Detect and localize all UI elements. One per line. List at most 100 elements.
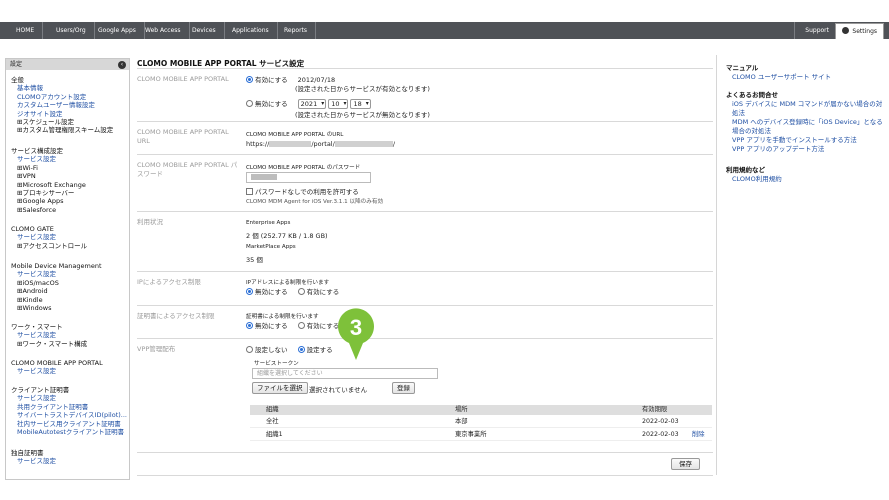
delete-link[interactable]: 削除 <box>692 428 705 441</box>
org-input[interactable]: 組織を選択してください <box>252 368 438 379</box>
register-button[interactable]: 登録 <box>392 382 415 394</box>
nav-reports[interactable]: Reports <box>276 22 317 39</box>
sidebar-section-work-smart: ワーク・スマート サービス設定 ⊞ワーク・スマート構成 <box>11 323 87 348</box>
disable-option[interactable]: 無効にする 20211018 <box>246 98 373 109</box>
settings-label: Settings <box>852 28 877 35</box>
row-label: 利用状況 <box>137 218 163 226</box>
vpp-row: VPP管理配布 設定しない 設定する サービストークン 組織を選択してください … <box>137 338 713 452</box>
sidebar-item[interactable]: 社内サービス用クライアント証明書 <box>11 420 127 428</box>
year-select[interactable]: 2021 <box>297 99 327 109</box>
masked-text <box>334 141 393 147</box>
help-link[interactable]: iOS デバイスに MDM コマンドが届かない場合の対処法 <box>726 100 886 118</box>
sidebar-item[interactable]: サービス設定 <box>11 457 56 465</box>
sidebar-item[interactable]: サービス設定 <box>11 233 87 241</box>
row-label: CLOMO MOBILE APP PORTAL URL <box>137 128 229 145</box>
sidebar-item[interactable]: サービス設定 <box>11 367 103 375</box>
save-button[interactable]: 保存 <box>671 458 700 470</box>
ip-on-radio[interactable] <box>297 288 305 295</box>
row-label: 証明書によるアクセス制限 <box>137 312 215 320</box>
vpp-no-label: 設定しない <box>255 346 288 354</box>
nav-support[interactable]: Support <box>794 22 839 39</box>
sidebar-section-clomo-gate: CLOMO GATE サービス設定 ⊞アクセスコントロール <box>11 225 87 250</box>
sidebar-item[interactable]: ⊞iOS/macOS <box>11 279 102 287</box>
help-link[interactable]: VPP アプリのアップデート方法 <box>726 145 886 154</box>
url-caption: CLOMO MOBILE APP PORTAL のURL <box>246 132 344 138</box>
help-section-terms: 利用規約など CLOMO利用規約 <box>726 165 782 184</box>
help-link[interactable]: CLOMO利用規約 <box>726 175 782 184</box>
sidebar-section-mdm: Mobile Device Management サービス設定 ⊞iOS/mac… <box>11 262 102 312</box>
save-row: 保存 <box>137 452 713 476</box>
table-row: 組織1 東京事業所 2022-02-03 削除 <box>250 428 712 441</box>
masked-text <box>251 174 277 180</box>
nav-home[interactable]: HOME <box>8 22 44 39</box>
url-suffix: / <box>392 140 396 148</box>
sidebar-item[interactable]: ⊞Salesforce <box>11 206 86 214</box>
ip-on-label: 有効にする <box>306 288 340 296</box>
collapse-icon[interactable]: ‹ <box>118 61 126 69</box>
allow-checkbox[interactable] <box>246 188 253 195</box>
table-row: 全社 本部 2022-02-03 <box>250 415 712 428</box>
ip-off-radio[interactable] <box>246 288 253 295</box>
sidebar-item[interactable]: サービス設定 <box>11 155 86 163</box>
sidebar-item[interactable]: ⊞Android <box>11 287 102 295</box>
nav-users-org[interactable]: Users/Org <box>48 22 95 39</box>
disable-radio[interactable] <box>246 100 253 107</box>
cert-off-radio[interactable] <box>246 322 253 329</box>
sidebar-item[interactable]: ⊞Kindle <box>11 296 102 304</box>
password-caption: CLOMO MOBILE APP PORTAL のパスワード <box>246 165 361 171</box>
col-expiry: 有効期限 <box>642 406 668 413</box>
sidebar-item[interactable]: ⊞プロキシサーバー <box>11 189 86 197</box>
sidebar-item[interactable]: 共用クライアント証明書 <box>11 403 127 411</box>
enterprise-value: 2 個 (252.77 KB / 1.8 GB) <box>246 232 328 240</box>
cert-on-radio[interactable] <box>297 322 305 329</box>
sidebar-item[interactable]: ジオサイト設定 <box>11 110 113 118</box>
sidebar-item[interactable]: MobileAutotestクライアント証明書 <box>11 428 127 436</box>
sidebar-item[interactable]: ⊞カスタム管理権限スキーム設定 <box>11 126 113 134</box>
help-link[interactable]: MDM へのデバイス登録時に「iOS Device」となる場合の対処法 <box>726 118 886 136</box>
sidebar-item[interactable]: ⊞VPN <box>11 172 86 180</box>
nav-devices[interactable]: Devices <box>184 22 225 39</box>
day-select[interactable]: 18 <box>350 99 371 109</box>
file-status: 選択されていません <box>309 386 368 394</box>
sidebar-section-own-cert: 独自証明書 サービス設定 <box>11 449 56 466</box>
vpp-yes-radio[interactable] <box>297 346 305 353</box>
sidebar-item[interactable]: カスタムユーザー情報設定 <box>11 101 113 109</box>
marketplace-value: 35 個 <box>246 256 263 264</box>
password-input[interactable] <box>246 172 371 183</box>
sidebar-item[interactable]: サイバートラストデバイスID(pilot)... <box>11 411 127 419</box>
sidebar-item[interactable]: ⊞Microsoft Exchange <box>11 181 86 189</box>
sidebar-section-app-portal: CLOMO MOBILE APP PORTAL サービス設定 <box>11 359 103 376</box>
month-select[interactable]: 10 <box>328 99 349 109</box>
sidebar-item[interactable]: ⊞アクセスコントロール <box>11 242 87 250</box>
nav-applications[interactable]: Applications <box>224 22 278 39</box>
sidebar-item[interactable]: ⊞Wi-Fi <box>11 164 86 172</box>
sidebar-item[interactable]: ⊞Windows <box>11 304 102 312</box>
token-caption: サービストークン <box>254 361 299 367</box>
nav-web-access[interactable]: Web Access <box>137 22 190 39</box>
sidebar-item[interactable]: サービス設定 <box>11 270 102 278</box>
allow-label: パスワードなしでの利用を許可する <box>255 188 359 196</box>
help-link[interactable]: CLOMO ユーザーサポート サイト <box>726 73 831 82</box>
top-nav: HOME Users/Org Google Apps Web Access De… <box>0 22 889 39</box>
row-label: IPによるアクセス制限 <box>137 278 201 286</box>
allow-no-password[interactable]: パスワードなしでの利用を許可する <box>246 186 359 196</box>
sidebar-item[interactable]: 基本情報 <box>11 84 113 92</box>
file-select-button[interactable]: ファイルを選択 <box>252 382 308 394</box>
row-label: VPP管理配布 <box>137 345 176 353</box>
enable-note: (設定された日からサービスが有効となります) <box>295 85 430 93</box>
enable-radio[interactable] <box>246 76 253 83</box>
gear-icon <box>842 27 850 34</box>
help-link[interactable]: VPP アプリを手動でインストールする方法 <box>726 136 886 145</box>
sidebar-item[interactable]: サービス設定 <box>11 394 127 402</box>
disable-label: 無効にする <box>255 100 288 108</box>
ip-off-label: 無効にする <box>255 288 288 296</box>
sidebar-item[interactable]: ⊞Google Apps <box>11 197 86 205</box>
vpp-no-radio[interactable] <box>246 346 253 353</box>
nav-settings[interactable]: Settings <box>835 23 884 39</box>
sidebar-item[interactable]: CLOMOアカウント設定 <box>11 93 113 101</box>
sidebar-item[interactable]: サービス設定 <box>11 331 87 339</box>
sidebar-item[interactable]: ⊞ワーク・スマート構成 <box>11 340 87 348</box>
help-sidebar: マニュアル CLOMO ユーザーサポート サイト よくあるお問合せ iOS デバ… <box>716 55 889 475</box>
ip-row: IPによるアクセス制限 IPアドレスによる制限を行います 無効にする 有効にする <box>137 271 713 305</box>
cert-off-label: 無効にする <box>255 322 288 330</box>
